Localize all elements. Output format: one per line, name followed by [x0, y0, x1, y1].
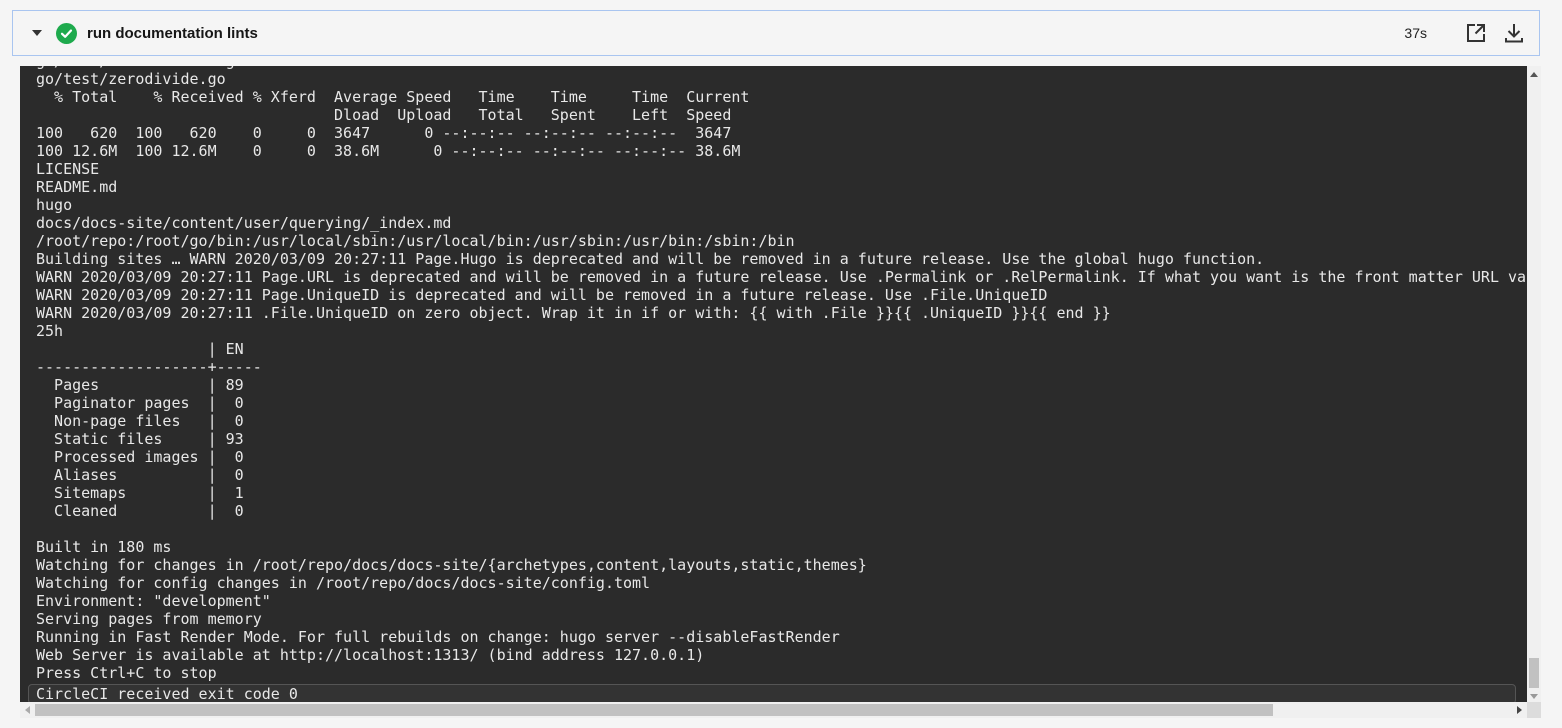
terminal-line: 100 12.6M 100 12.6M 0 0 38.6M 0 --:--:--…	[36, 142, 741, 160]
terminal-line: Cleaned | 0	[36, 502, 244, 520]
step-tools: 37s	[1404, 11, 1525, 55]
scroll-down-arrow-icon[interactable]	[1530, 694, 1538, 699]
terminal-line: go/test/zerodivide.go	[36, 70, 226, 88]
step-duration: 37s	[1404, 25, 1427, 41]
terminal-line: Built in 180 ms	[36, 538, 172, 556]
terminal-line: WARN 2020/03/09 20:27:11 Page.UniqueID i…	[36, 286, 1048, 304]
horizontal-scrollbar[interactable]	[20, 702, 1527, 718]
terminal-line: Running in Fast Render Mode. For full re…	[36, 628, 840, 646]
terminal-line: README.md	[36, 178, 118, 196]
terminal-line: Aliases | 0	[36, 466, 244, 484]
terminal-output: go/test/writebarrier.gogo/test/zerodivid…	[20, 66, 1527, 702]
exit-code-message: CircleCI received exit code 0	[28, 684, 1516, 702]
terminal-line: Non-page files | 0	[36, 412, 244, 430]
caret-down-icon[interactable]	[32, 30, 42, 36]
vertical-scrollbar[interactable]	[1527, 66, 1541, 702]
terminal-line: Sitemaps | 1	[36, 484, 244, 502]
terminal-line: Press Ctrl+C to stop	[36, 664, 217, 682]
vertical-scroll-thumb[interactable]	[1529, 658, 1539, 688]
scrollbar-corner	[1527, 702, 1541, 718]
check-circle-icon	[56, 22, 77, 44]
terminal-line: % Total % Received % Xferd Average Speed…	[36, 88, 750, 106]
terminal-line: 25h	[36, 322, 64, 340]
terminal-line: WARN 2020/03/09 20:27:11 .File.UniqueID …	[36, 304, 1111, 322]
terminal-line: Dload Upload Total Spent Left Speed	[36, 106, 732, 124]
terminal-line: | EN	[36, 340, 244, 358]
terminal-line: Static files | 93	[36, 430, 244, 448]
horizontal-scroll-thumb[interactable]	[35, 704, 1273, 716]
step-title: run documentation lints	[87, 24, 258, 42]
terminal-line: Serving pages from memory	[36, 610, 262, 628]
scroll-left-arrow-icon[interactable]	[25, 706, 30, 714]
terminal-line: Watching for changes in /root/repo/docs/…	[36, 556, 867, 574]
terminal-line: Paginator pages | 0	[36, 394, 244, 412]
terminal-line: /root/repo:/root/go/bin:/usr/local/sbin:…	[36, 232, 795, 250]
terminal-line: Processed images | 0	[36, 448, 244, 466]
terminal-line: Pages | 89	[36, 376, 244, 394]
external-link-icon[interactable]	[1465, 22, 1487, 44]
step-header[interactable]: run documentation lints 37s	[12, 10, 1540, 56]
terminal-line: LICENSE	[36, 160, 100, 178]
terminal-line: -------------------+-----	[36, 358, 262, 376]
scroll-up-arrow-icon[interactable]	[1530, 72, 1538, 77]
terminal-line: Web Server is available at http://localh…	[36, 646, 705, 664]
terminal-line: Watching for config changes in /root/rep…	[36, 574, 651, 592]
scroll-right-arrow-icon[interactable]	[1517, 706, 1522, 714]
download-icon[interactable]	[1503, 22, 1525, 44]
terminal-line: 100 620 100 620 0 0 3647 0 --:--:-- --:-…	[36, 124, 732, 142]
terminal-line: Environment: "development"	[36, 592, 271, 610]
terminal-line: Building sites … WARN 2020/03/09 20:27:1…	[36, 250, 1265, 268]
terminal-line: hugo	[36, 196, 73, 214]
terminal-line: docs/docs-site/content/user/querying/_in…	[36, 214, 452, 232]
terminal-line: WARN 2020/03/09 20:27:11 Page.URL is dep…	[36, 268, 1527, 286]
terminal-lines: go/test/writebarrier.gogo/test/zerodivid…	[36, 66, 1527, 682]
